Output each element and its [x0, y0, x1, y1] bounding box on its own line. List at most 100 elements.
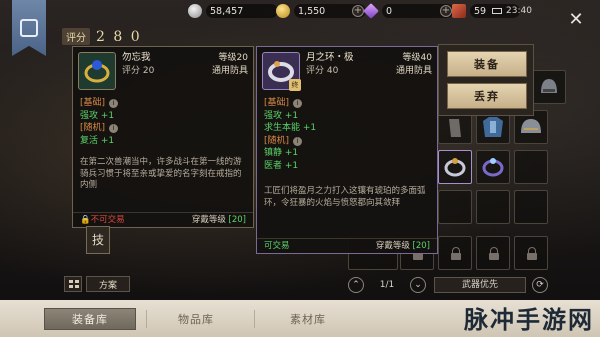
silver-resource: 58,457	[188, 3, 278, 19]
trade-status: 🔒不可交易	[80, 214, 125, 225]
tooltip-header: 勿忘我 评分 20 等级20 通用防具	[73, 47, 253, 97]
base-section-title: [基础] i	[257, 97, 437, 110]
grade-badge: 终	[289, 79, 301, 91]
info-icon[interactable]: i	[293, 99, 303, 108]
score-value: 2 8 0	[96, 28, 142, 45]
random-stat: 复活 +1	[80, 135, 115, 146]
tooltip-header-text: 月之环・极 评分 40 等级40 通用防具	[306, 52, 432, 92]
inventory-slot-selected[interactable]	[438, 150, 472, 184]
tab-materials[interactable]: 素材库	[262, 308, 354, 330]
silver-coin-icon	[188, 4, 202, 18]
base-stat: 强攻 +1	[264, 110, 299, 121]
random-section-title: [随机] i	[73, 122, 253, 135]
item-level-block: 等级20 通用防具	[212, 52, 248, 77]
random-section-title: [随机] i	[257, 135, 437, 148]
ring-icon	[482, 158, 504, 177]
helmet-icon	[541, 79, 557, 93]
silver-value: 58,457	[206, 4, 278, 18]
info-icon[interactable]: i	[293, 136, 303, 146]
wear-level-label: 穿戴等级	[375, 240, 410, 251]
pager: ⌃ 1/1 ⌄	[348, 277, 426, 293]
base-stat: 求生本能 +1	[264, 123, 317, 133]
discard-button[interactable]: 丢弃	[447, 83, 527, 109]
item-icon: 终	[262, 52, 301, 91]
gear-score: 评分 2 8 0	[62, 28, 142, 45]
ring-icon	[444, 158, 466, 177]
item-tooltip-equipped: 勿忘我 评分 20 等级20 通用防具 [基础] i 强攻 +1 [随机] i 复活…	[72, 46, 254, 228]
page-down-button[interactable]: ⌄	[410, 277, 426, 293]
wear-level-value: [20]	[228, 214, 246, 225]
info-icon[interactable]: i	[109, 124, 119, 133]
refresh-icon[interactable]: ⟳	[532, 277, 548, 293]
base-stat: 强攻 +1	[80, 110, 115, 121]
trade-status: 可交易	[264, 240, 290, 251]
random-section-label: [随机]	[264, 135, 290, 146]
random-section-label: [随机]	[80, 123, 106, 133]
item-lore: 工匠们将盈月之力打入这镶有琥珀的多面弧环，令狂暴的火焰与愤怒都向其敛拜	[264, 186, 426, 208]
lock-icon	[451, 247, 461, 260]
tab-divider	[146, 310, 147, 328]
item-category: 通用防具	[395, 65, 432, 76]
base-section-title: [基础] i	[73, 97, 253, 110]
add-gem-button[interactable]: +	[440, 5, 452, 17]
base-section-label: [基础]	[264, 98, 290, 108]
stamina-icon	[452, 4, 466, 18]
tooltip-header-text: 勿忘我 评分 20 等级20 通用防具	[122, 52, 248, 92]
item-icon	[78, 52, 116, 90]
sort-filter-label[interactable]: 武器优先	[434, 277, 526, 293]
item-level: 等级40	[402, 53, 432, 63]
inventory-slot[interactable]	[476, 150, 510, 184]
wear-level: 穿戴等级 [20]	[192, 214, 246, 227]
tooltip-footer: 可交易 穿戴等级 [20]	[257, 238, 437, 253]
lock-icon	[489, 247, 499, 260]
inventory-slot[interactable]	[532, 70, 566, 104]
wear-level-value: [20]	[412, 240, 430, 251]
sapphire-ring-icon	[84, 60, 110, 83]
bottom-left-controls: 方案	[64, 276, 131, 292]
inventory-slot-empty[interactable]	[438, 190, 472, 224]
inventory-slot-empty[interactable]	[514, 150, 548, 184]
battery-icon	[492, 8, 502, 14]
inventory-slot-empty[interactable]	[476, 190, 510, 224]
inventory-slot-empty[interactable]	[514, 190, 548, 224]
page-indicator: 1/1	[379, 280, 395, 290]
base-section-label: [基础]	[80, 98, 106, 108]
item-level: 等级20	[218, 53, 248, 63]
sort-filter[interactable]: 武器优先	[434, 277, 526, 293]
grid-view-icon[interactable]	[64, 276, 82, 292]
lock-icon	[527, 247, 537, 260]
tab-items[interactable]: 物品库	[150, 308, 242, 330]
wear-level: 穿戴等级 [20]	[376, 240, 430, 253]
gold-resource: 1,550 +	[276, 3, 366, 19]
item-tooltip-selected: 终 月之环・极 评分 40 等级40 通用防具 [基础] i 强攻 +1 求生本能…	[256, 46, 438, 254]
refresh-control: ⟳	[532, 277, 548, 293]
random-stat: 镇静 +1	[264, 148, 299, 158]
tab-divider	[254, 310, 255, 328]
wear-level-label: 穿戴等级	[191, 214, 226, 225]
banner-emblem-icon	[20, 19, 38, 37]
item-action-panel: 装备 丢弃	[438, 44, 534, 116]
add-gold-button[interactable]: +	[352, 5, 364, 17]
clock-time: 23:40	[506, 6, 532, 16]
gold-coin-icon	[276, 4, 290, 18]
plan-button[interactable]: 方案	[86, 276, 131, 292]
info-icon[interactable]: i	[109, 99, 119, 108]
site-watermark: 脉冲手游网	[464, 306, 594, 334]
trade-status-text: 不可交易	[90, 214, 125, 225]
item-lore: 在第二次兽潮当中，许多战斗在第一线的游骑兵习惯于将至亲或挚爱的名字刻在戒指的内侧	[80, 157, 242, 190]
skill-button[interactable]: 技	[86, 226, 110, 254]
purple-gem-icon	[363, 3, 379, 19]
tooltip-footer: 🔒不可交易 穿戴等级 [20]	[73, 212, 253, 227]
inventory-slot-locked[interactable]	[514, 236, 548, 270]
item-level-block: 等级40 通用防具	[396, 52, 432, 77]
inventory-slot-locked[interactable]	[476, 236, 510, 270]
close-button[interactable]: ✕	[566, 10, 586, 30]
score-label: 评分	[62, 28, 90, 45]
inventory-slot-locked[interactable]	[438, 236, 472, 270]
tab-equipment[interactable]: 装备库	[44, 308, 136, 330]
clock: 23:40	[492, 3, 532, 19]
page-up-button[interactable]: ⌃	[348, 277, 364, 293]
gem-resource: 0 +	[363, 3, 454, 19]
equip-button[interactable]: 装备	[447, 51, 527, 77]
tooltip-header: 终 月之环・极 评分 40 等级40 通用防具	[257, 47, 437, 97]
